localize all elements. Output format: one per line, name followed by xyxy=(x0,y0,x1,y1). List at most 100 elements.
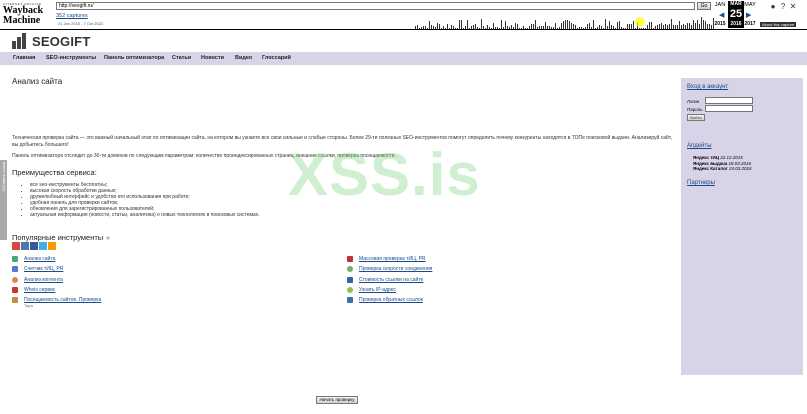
nav-item-home[interactable]: Главная xyxy=(13,55,35,61)
feedback-tab[interactable]: Оставить отзыв xyxy=(0,160,7,240)
tool-mass-tic[interactable]: Массовая проверка тИЦ, PR xyxy=(347,256,426,262)
wayback-next-arrow-icon[interactable]: ▶ xyxy=(746,11,751,19)
sparkline-bar xyxy=(537,27,538,29)
login-button[interactable]: Войти xyxy=(687,114,705,121)
tool-ip[interactable]: Узнать IP-адрес xyxy=(347,287,396,293)
wayback-date-range: 21 Jan 2015 - 7 Oct 2022 xyxy=(58,21,104,26)
sparkline-bar xyxy=(629,24,630,29)
tool-link-cost[interactable]: Стоимость ссылки на сайте xyxy=(347,277,423,283)
sparkline-bar xyxy=(513,27,514,29)
wayback-captures-link[interactable]: 352 captures xyxy=(56,13,88,19)
wayback-prev-year[interactable]: 2015 xyxy=(711,21,729,27)
sparkline-bar xyxy=(505,21,506,29)
tool-backlinks[interactable]: Проверка обратных ссылок xyxy=(347,297,423,303)
sparkline-bar xyxy=(563,21,564,29)
sparkline-bar xyxy=(709,24,710,29)
facebook-share-icon[interactable] xyxy=(30,242,38,250)
sparkline-bar xyxy=(633,21,634,29)
user-icon[interactable]: ● xyxy=(768,2,778,11)
wayback-url-input[interactable]: http://seogift.ru/ xyxy=(56,2,695,10)
vk-share-icon[interactable] xyxy=(21,242,29,250)
login-title[interactable]: Вход в аккаунт xyxy=(687,84,728,90)
sparkline-bar xyxy=(707,24,708,29)
password-input[interactable] xyxy=(705,105,753,112)
sparkline-bar xyxy=(585,27,586,29)
nav-item-glossary[interactable]: Глоссарий xyxy=(262,55,291,61)
sparkline-bar xyxy=(481,19,482,29)
tool-traffic[interactable]: Посещаемость сайтов. Проверка Таро xyxy=(12,297,101,308)
close-icon[interactable]: ✕ xyxy=(788,2,798,11)
main-nav: Главная SEO-инструменты Панель оптимизат… xyxy=(0,52,807,65)
sparkline-bar xyxy=(649,22,650,29)
sparkline-bar xyxy=(479,28,480,29)
tool-link[interactable]: Проверка обратных ссылок xyxy=(359,297,423,303)
nav-item-optimizer-panel[interactable]: Панель оптимизатора xyxy=(104,55,164,61)
tool-tic-pr[interactable]: Счетчик тИЦ, PR xyxy=(12,266,63,272)
sparkline-bar xyxy=(511,25,512,29)
sparkline-bar xyxy=(591,27,592,29)
sparkline-bar xyxy=(575,25,576,29)
tool-link[interactable]: Счетчик тИЦ, PR xyxy=(24,266,63,272)
sparkline-bar xyxy=(609,21,610,29)
wayback-prev-arrow-icon[interactable]: ◀ xyxy=(719,11,724,19)
sparkline-bar xyxy=(535,20,536,29)
wayback-go-button[interactable]: Go xyxy=(697,2,711,10)
tool-whois[interactable]: Whois сервис xyxy=(12,287,55,293)
sparkline-bar xyxy=(471,26,472,29)
sparkline-bar xyxy=(583,28,584,29)
sparkline-bar xyxy=(457,28,458,29)
tool-link[interactable]: Анализ сайта xyxy=(24,256,55,262)
sparkline-bar xyxy=(465,26,466,29)
nav-item-news[interactable]: Новости xyxy=(201,55,224,61)
wayback-prev-month[interactable]: JAN xyxy=(711,2,729,8)
tool-link[interactable]: Массовая проверка тИЦ, PR xyxy=(359,256,426,262)
wayback-next-year[interactable]: 2017 xyxy=(741,21,759,27)
nav-item-seo-tools[interactable]: SEO-инструменты xyxy=(46,55,96,61)
sparkline-bar xyxy=(475,24,476,29)
sparkline-bar xyxy=(645,28,646,29)
tool-link[interactable]: Whois сервис xyxy=(24,287,55,293)
sparkline-bar xyxy=(507,26,508,29)
sparkline-bar xyxy=(589,23,590,29)
tool-link[interactable]: Стоимость ссылки на сайте xyxy=(359,277,423,283)
sparkline-bar xyxy=(669,24,670,29)
odnoklassniki-share-icon[interactable] xyxy=(48,242,56,250)
wayback-sparkline[interactable] xyxy=(415,11,715,29)
start-check-button[interactable]: Начать проверку xyxy=(316,396,358,404)
nav-item-articles[interactable]: Статьи xyxy=(172,55,191,61)
partners-link[interactable]: Партнеры xyxy=(687,180,715,186)
tool-site-analysis[interactable]: Анализ сайта xyxy=(12,256,55,262)
sparkline-bar xyxy=(565,20,566,29)
tool-link[interactable]: Узнать IP-адрес xyxy=(359,287,396,293)
nav-item-video[interactable]: Видео xyxy=(235,55,252,61)
sparkline-bar xyxy=(425,26,426,29)
sparkline-bar xyxy=(421,27,422,29)
sparkline-bar xyxy=(619,21,620,29)
tool-speed[interactable]: Проверка скорости соединения xyxy=(347,266,432,272)
sparkline-bar xyxy=(701,17,702,29)
sparkline-bar xyxy=(517,24,518,29)
sparkline-bar xyxy=(443,26,444,29)
sparkline-bar xyxy=(447,24,448,29)
sparkline-bar xyxy=(477,27,478,29)
wayback-about-button[interactable]: About this capture xyxy=(760,22,797,27)
sparkline-bar xyxy=(681,25,682,29)
sparkline-bar xyxy=(459,20,460,29)
wayback-current-day: 25 xyxy=(728,8,744,21)
tool-link[interactable]: Посещаемость сайтов. Проверка xyxy=(24,297,101,303)
site-logo[interactable]: SEOGIFT xyxy=(12,33,90,49)
tool-link[interactable]: Проверка скорости соединения xyxy=(359,266,432,272)
login-input[interactable] xyxy=(705,97,753,104)
help-icon[interactable]: ? xyxy=(778,2,788,11)
wayback-logo[interactable]: INTERNET ARCHIVE Wayback Machine xyxy=(3,2,51,26)
sparkline-bar xyxy=(499,28,500,29)
updates-title[interactable]: Апдейты xyxy=(687,143,712,149)
twitter-share-icon[interactable] xyxy=(39,242,47,250)
sparkline-bar xyxy=(697,20,698,29)
sparkline-bar xyxy=(547,26,548,29)
star-icon[interactable]: ★ xyxy=(105,236,110,242)
tool-link[interactable]: Анализ контента xyxy=(24,277,63,283)
gplus-share-icon[interactable] xyxy=(12,242,20,250)
tool-content-analysis[interactable]: Анализ контента xyxy=(12,277,63,283)
sparkline-bar xyxy=(579,27,580,29)
